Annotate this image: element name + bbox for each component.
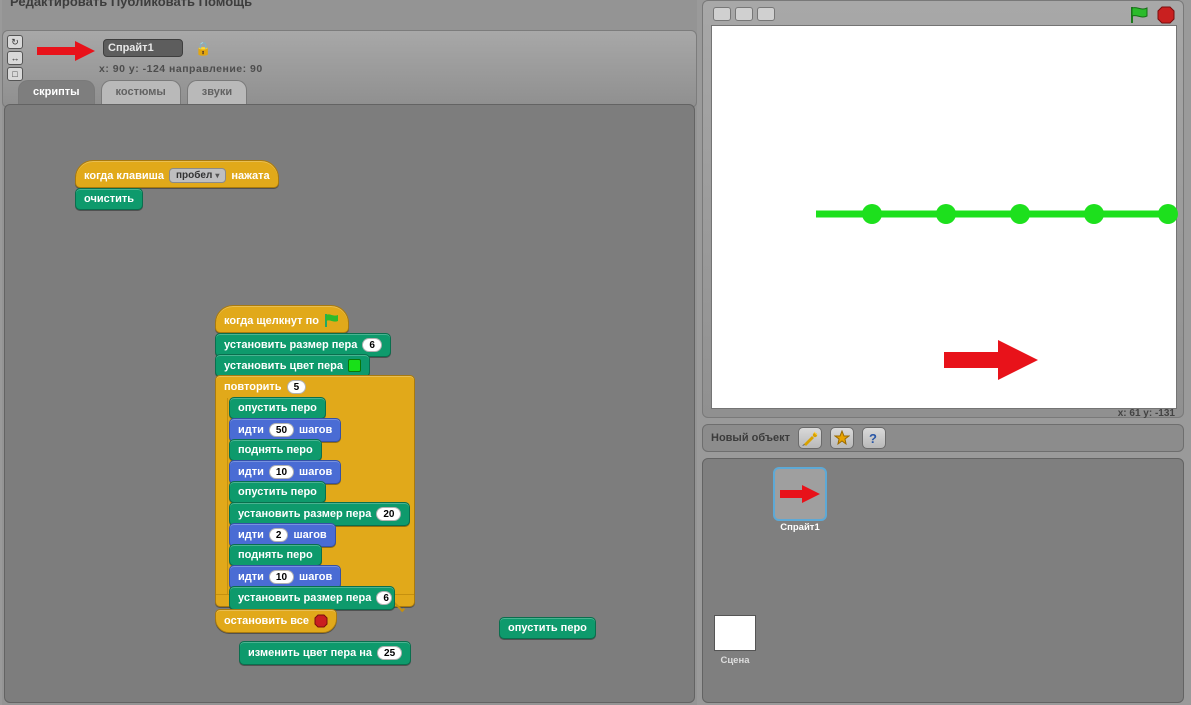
num-input[interactable]: 6: [362, 338, 382, 352]
block-pen-down-1[interactable]: опустить перо: [229, 397, 326, 419]
present-small-button[interactable]: [713, 7, 731, 21]
svg-text:?: ?: [869, 431, 877, 446]
stop-icon: [314, 614, 328, 628]
view-none-button[interactable]: □: [7, 67, 23, 81]
menu-bar-remnant: Редактировать Публиковать Помощь: [10, 0, 252, 9]
block-when-key-pressed[interactable]: когда клавиша пробел нажата: [75, 160, 279, 188]
block-label: когда клавиша: [84, 170, 164, 182]
green-flag-icon: [324, 313, 340, 328]
present-large-button[interactable]: [735, 7, 753, 21]
block-change-pen-color[interactable]: изменить цвет пера на25: [239, 641, 411, 665]
block-clear[interactable]: очистить: [75, 188, 143, 210]
tab-bar: скрипты костюмы звуки: [18, 80, 247, 104]
stage-frame: x: 61 y: -131: [702, 0, 1184, 418]
sprite-thumbnail[interactable]: Спрайт1: [773, 467, 827, 534]
stage-thumbnail-label: Сцена: [711, 655, 759, 666]
annotation-arrow-sprite-name: [37, 39, 97, 63]
sprite-thumbnail-label: Спрайт1: [773, 522, 827, 534]
block-pen-up-1[interactable]: поднять перо: [229, 439, 322, 461]
sprite-coords-label: x: 90 y: -124 направление: 90: [99, 63, 263, 75]
surprise-sprite-button[interactable]: ?: [862, 427, 886, 449]
view-rotate-button[interactable]: ↻: [7, 35, 23, 49]
presentation-modes: [713, 7, 775, 21]
color-swatch[interactable]: [348, 359, 361, 372]
block-pen-down-2[interactable]: опустить перо: [229, 481, 326, 503]
block-pen-up-2[interactable]: поднять перо: [229, 544, 322, 566]
block-when-flag-clicked[interactable]: когда щелкнут по: [215, 305, 349, 333]
new-object-label: Новый объект: [711, 432, 790, 444]
block-set-pen-color[interactable]: установить цвет пера: [215, 354, 370, 377]
stage-panel: x: 61 y: -131 Новый объект ? Спрайт1 Сце…: [700, 0, 1188, 705]
tab-sounds[interactable]: звуки: [187, 80, 247, 104]
present-full-button[interactable]: [757, 7, 775, 21]
tab-scripts[interactable]: скрипты: [18, 80, 95, 104]
stage-run-controls: [1129, 6, 1175, 24]
new-object-toolbar: Новый объект ?: [702, 424, 1184, 452]
editor-panel: Редактировать Публиковать Помощь ↻ ↔ □ 🔒…: [2, 0, 697, 705]
script-area[interactable]: когда клавиша пробел нажата очистить ког…: [4, 104, 695, 703]
green-flag-button[interactable]: [1129, 6, 1149, 24]
stage-mouse-coords: x: 61 y: -131: [1118, 408, 1175, 419]
stage-canvas[interactable]: [711, 25, 1177, 409]
thumb-arrow-icon: [778, 483, 822, 505]
num-input[interactable]: 5: [287, 380, 307, 394]
sprite-list-panel: Спрайт1 Сцена: [702, 458, 1184, 703]
block-stop-all[interactable]: остановить все: [215, 609, 337, 633]
paint-new-sprite-button[interactable]: [798, 427, 822, 449]
block-pen-down-loose[interactable]: опустить перо: [499, 617, 596, 639]
stop-button[interactable]: [1157, 6, 1175, 24]
view-flip-button[interactable]: ↔: [7, 51, 23, 65]
key-dropdown[interactable]: пробел: [169, 168, 226, 183]
block-set-pen-size-3[interactable]: установить размер пера6: [229, 586, 395, 610]
view-mode-buttons: ↻ ↔ □: [7, 35, 23, 81]
stage-thumbnail[interactable]: Сцена: [711, 615, 759, 666]
lock-icon[interactable]: 🔒: [195, 41, 211, 57]
tab-costumes[interactable]: костюмы: [101, 80, 181, 104]
stage-sprite-arrow[interactable]: [944, 338, 1040, 382]
block-label: нажата: [231, 170, 269, 182]
choose-sprite-button[interactable]: [830, 427, 854, 449]
sprite-name-input[interactable]: [103, 39, 183, 57]
